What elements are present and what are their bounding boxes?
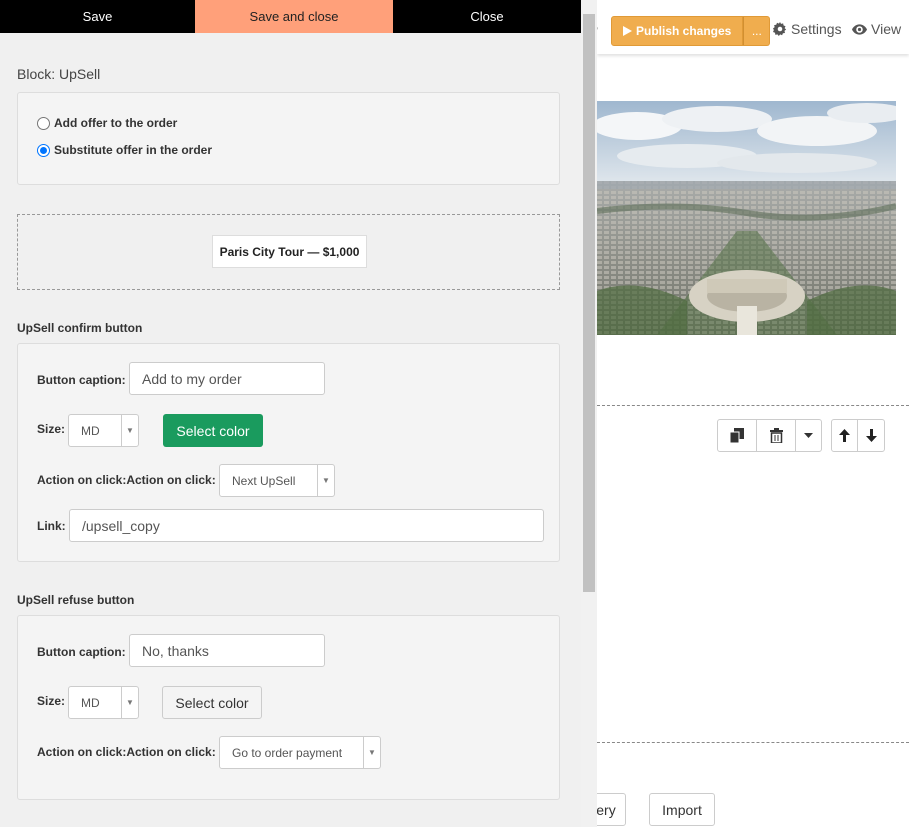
section-divider [597,742,909,743]
confirm-link-label: Link: [37,519,66,533]
gear-icon [773,22,787,36]
chevron-down-icon: ▼ [121,687,138,718]
panel-actions: Save Save and close Close [0,0,581,33]
block-title: Block: UpSell [17,66,101,82]
trash-icon [769,428,783,443]
refuse-select-color-button[interactable]: Select color [162,686,262,719]
confirm-size-value: MD [81,423,100,438]
chevron-down-icon: ▼ [363,737,380,768]
radio-substitute-offer[interactable]: Substitute offer in the order [37,143,212,157]
move-down-button[interactable] [858,420,884,451]
confirm-select-color-button[interactable]: Select color [163,414,263,447]
settings-label: Settings [791,21,842,37]
radio-add-offer-control[interactable] [37,116,50,130]
import-button[interactable]: Import [649,793,715,826]
publish-group: Publish changes ... [611,16,771,46]
chevron-down-icon: ▼ [121,415,138,446]
block-menu-button[interactable] [796,420,821,451]
upsell-settings-panel: Save Save and close Close Block: UpSell … [0,0,581,827]
refuse-size-label: Size: [37,694,66,708]
refuse-action-label: Action on click:Action on click: [37,745,216,759]
city-photo [597,101,896,335]
refuse-size-value: MD [81,695,100,710]
refuse-caption-label: Button caption: [37,645,126,659]
delete-block-button[interactable] [757,420,796,451]
save-button[interactable]: Save [0,0,195,33]
eye-icon [852,23,867,35]
confirm-size-select[interactable]: MD ▼ [68,414,139,447]
radio-add-offer-label: Add offer to the order [54,116,178,130]
confirm-action-select[interactable]: Next UpSell ▼ [219,464,335,497]
refuse-size-select[interactable]: MD ▼ [68,686,139,719]
view-label: View [871,21,902,37]
offer-mode-card: Add offer to the order Substitute offer … [17,92,560,185]
section-divider [597,405,909,406]
move-up-button[interactable] [832,420,858,451]
confirm-size-label: Size: [37,422,66,436]
arrow-up-icon [839,429,850,442]
arrow-down-icon [865,429,877,442]
refuse-caption-input[interactable]: No, thanks [129,634,325,667]
offer-drop-zone[interactable]: Paris City Tour — $1,000 [17,214,560,290]
refuse-action-select[interactable]: Go to order payment ▼ [219,736,381,769]
radio-substitute-offer-label: Substitute offer in the order [54,143,213,157]
publish-changes-label: Publish changes [636,24,732,38]
confirm-caption-label: Button caption: [37,373,126,387]
refuse-action-value: Go to order payment [232,745,343,760]
settings-link[interactable]: Settings [773,21,842,37]
radio-substitute-offer-control[interactable] [37,143,50,157]
radio-add-offer[interactable]: Add offer to the order [37,116,177,130]
chevron-down-icon: ▼ [317,465,334,496]
confirm-action-value: Next UpSell [232,473,296,488]
refuse-section-title: UpSell refuse button [17,593,135,607]
block-tools [717,419,822,452]
publish-more-button[interactable]: ... [743,16,771,46]
confirm-section-title: UpSell confirm button [17,321,143,335]
panel-scrollbar-thumb[interactable] [583,14,595,592]
view-link[interactable]: View [852,21,901,37]
refuse-settings-card: Button caption: No, thanks Size: MD ▼ Se… [17,615,560,800]
confirm-link-input[interactable]: /upsell_copy [69,509,544,542]
copy-block-button[interactable] [718,420,757,451]
confirm-caption-input[interactable]: Add to my order [129,362,325,395]
copy-icon [730,428,744,443]
caret-down-icon [804,433,813,438]
play-icon [623,26,632,36]
confirm-settings-card: Button caption: Add to my order Size: MD… [17,343,560,562]
move-tools [831,419,885,452]
confirm-action-label: Action on click:Action on click: [37,473,216,487]
offer-chip[interactable]: Paris City Tour — $1,000 [212,235,367,268]
save-and-close-button[interactable]: Save and close [195,0,393,33]
close-button[interactable]: Close [393,0,581,33]
publish-changes-button[interactable]: Publish changes [611,16,744,46]
